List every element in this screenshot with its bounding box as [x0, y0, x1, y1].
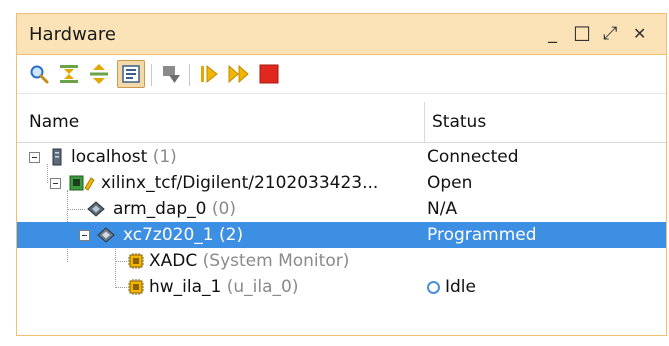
row-name: hw_ila_1: [149, 277, 222, 297]
run-trigger-immediate-button[interactable]: [225, 60, 253, 88]
run-trigger-immediate-icon: [228, 64, 249, 84]
minimize-icon[interactable]: _: [548, 20, 557, 48]
row-suffix: (System Monitor): [202, 251, 350, 271]
row-name: xc7z020_1: [123, 225, 214, 245]
fpga-device-icon: [97, 227, 115, 243]
row-suffix: (1): [152, 147, 177, 167]
expand-all-icon: [90, 64, 108, 84]
collapse-toggle-icon[interactable]: [50, 178, 61, 189]
stop-trigger-button[interactable]: [255, 60, 283, 88]
collapse-toggle-icon[interactable]: [79, 230, 90, 241]
collapse-all-button[interactable]: [55, 60, 83, 88]
row-suffix: (0): [211, 199, 236, 219]
row-suffix: (2): [219, 225, 244, 245]
toolbar-separator: [151, 64, 152, 86]
search-button[interactable]: [25, 60, 53, 88]
tree-row[interactable]: localhost (1) Connected: [17, 144, 666, 170]
toolbar-separator: [189, 64, 190, 86]
row-status: Idle: [445, 277, 476, 297]
row-status: Programmed: [427, 225, 537, 245]
close-icon[interactable]: ✕: [633, 20, 646, 48]
row-status: Open: [427, 173, 473, 193]
collapse-all-icon: [60, 65, 78, 83]
tree-row[interactable]: arm_dap_0 (0) N/A: [17, 196, 666, 222]
tree-row[interactable]: xilinx_tcf/Digilent/2102033423... Open: [17, 170, 666, 196]
board-icon: [69, 175, 95, 191]
row-status: Connected: [427, 147, 519, 167]
properties-button[interactable]: [117, 60, 145, 88]
server-icon: [52, 148, 62, 166]
search-icon: [30, 65, 49, 84]
row-name: localhost: [71, 147, 148, 167]
hardware-panel: Hardware _ ☐ ⤢ ✕ Name Status localhost (…: [16, 13, 667, 336]
collapse-toggle-icon[interactable]: [29, 152, 40, 163]
tree-row[interactable]: hw_ila_1 (u_ila_0) Idle: [17, 274, 666, 300]
column-header-status[interactable]: Status: [432, 112, 486, 132]
panel-title: Hardware: [29, 24, 116, 45]
column-divider[interactable]: [424, 102, 425, 142]
export-icon: [163, 66, 180, 83]
chip-icon: [87, 201, 105, 217]
export-button[interactable]: [157, 60, 185, 88]
row-name: XADC: [149, 251, 198, 271]
restore-icon[interactable]: ⤢: [603, 20, 617, 48]
maximize-icon[interactable]: ☐: [573, 20, 591, 48]
panel-titlebar: Hardware _ ☐ ⤢ ✕: [17, 14, 666, 55]
sysmon-core-icon: [128, 253, 144, 269]
row-suffix: (u_ila_0): [226, 277, 299, 297]
row-name: xilinx_tcf/Digilent/2102033423...: [101, 173, 379, 193]
expand-all-button[interactable]: [85, 60, 113, 88]
table-header: Name Status: [17, 102, 666, 143]
tree-row[interactable]: XADC (System Monitor): [17, 248, 666, 274]
idle-status-icon: [427, 281, 440, 294]
column-header-name[interactable]: Name: [29, 112, 79, 132]
row-status: N/A: [427, 199, 458, 219]
hardware-toolbar: [17, 55, 666, 94]
stop-trigger-icon: [259, 64, 279, 84]
properties-icon: [122, 65, 140, 83]
run-trigger-icon: [201, 64, 218, 84]
tree-row-selected[interactable]: xc7z020_1 (2) Programmed: [17, 222, 666, 248]
ila-core-icon: [128, 279, 144, 295]
run-trigger-button[interactable]: [195, 60, 223, 88]
row-name: arm_dap_0: [113, 199, 207, 219]
